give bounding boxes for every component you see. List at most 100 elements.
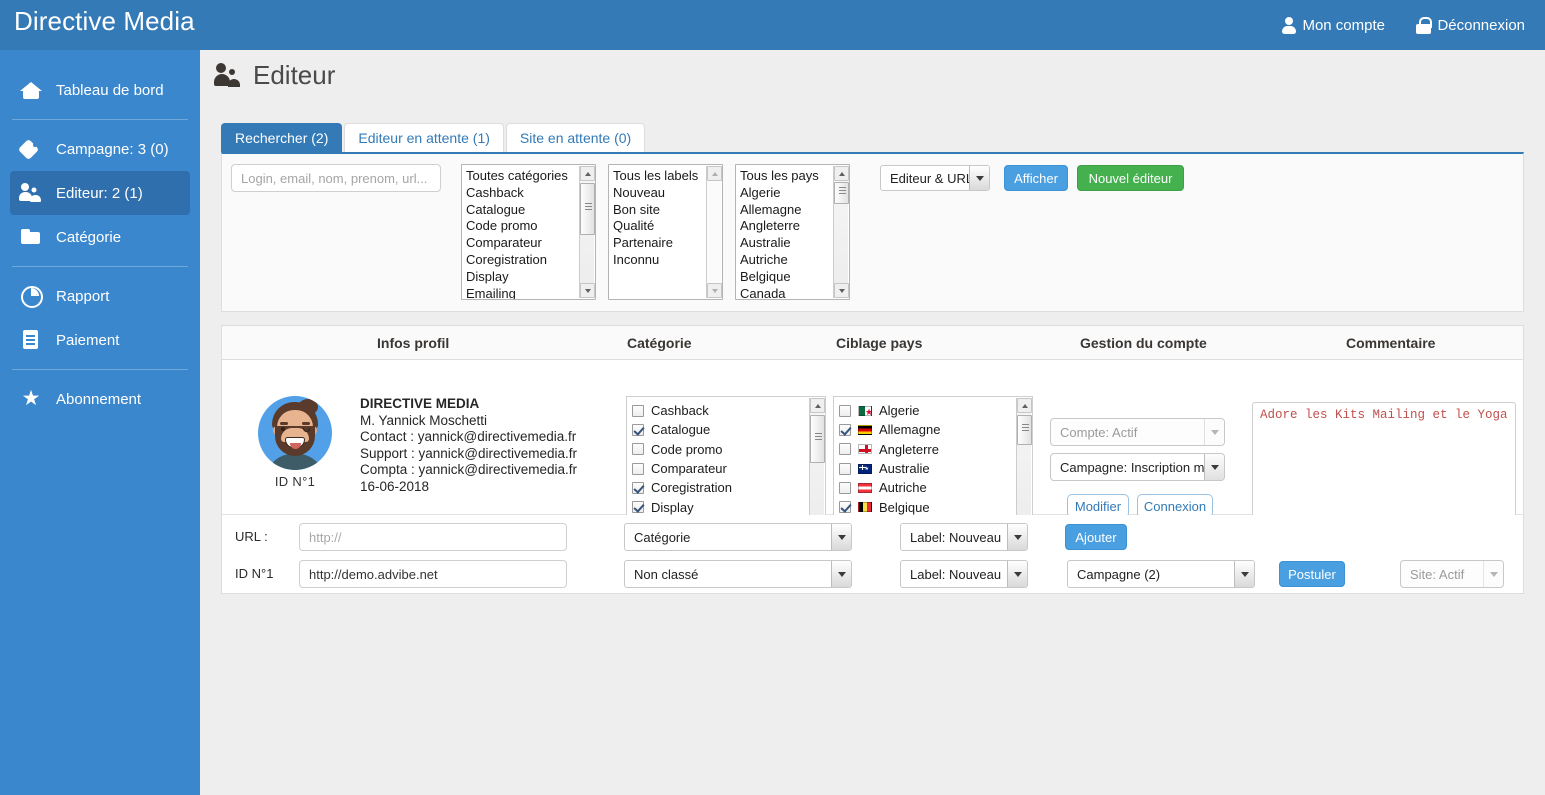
checkbox[interactable] xyxy=(839,404,851,417)
tab-bar: Rechercher (2) Editeur en attente (1) Si… xyxy=(221,123,647,152)
checkbox[interactable] xyxy=(839,481,851,494)
id-label-select[interactable]: Label: Nouveau xyxy=(900,560,1028,588)
star-icon: ★ xyxy=(21,387,41,410)
chevron-down-icon[interactable] xyxy=(831,561,851,587)
sidebar-item-campagne[interactable]: Campagne: 3 (0) xyxy=(10,127,190,171)
account-status-select[interactable]: Compte: Actif xyxy=(1050,418,1225,446)
scroll-thumb[interactable] xyxy=(810,415,825,463)
tab-site-en-attente[interactable]: Site en attente (0) xyxy=(505,123,646,152)
logout-link[interactable]: Déconnexion xyxy=(1416,0,1525,50)
url-input[interactable] xyxy=(299,523,567,551)
list-item[interactable]: Code promo xyxy=(627,440,825,459)
scrollbar[interactable] xyxy=(833,166,849,298)
profile-support: Support : yannick@directivemedia.fr xyxy=(360,445,578,461)
chevron-down-icon[interactable] xyxy=(1204,454,1224,480)
sidebar-item-dashboard[interactable]: Tableau de bord xyxy=(10,68,190,112)
filter-countries-list[interactable]: Tous les pays Algerie Allemagne Angleter… xyxy=(735,164,850,300)
site-status-select[interactable]: Site: Actif xyxy=(1400,560,1504,588)
chevron-down-icon[interactable] xyxy=(1204,419,1224,445)
scroll-up-arrow[interactable] xyxy=(834,166,849,181)
campaign-select[interactable]: Campagne (2) xyxy=(1067,560,1255,588)
list-item[interactable]: ★ Algerie xyxy=(834,401,1032,420)
checkbox[interactable] xyxy=(632,462,644,475)
add-button[interactable]: Ajouter xyxy=(1065,524,1127,550)
scroll-down-arrow[interactable] xyxy=(834,283,849,298)
scrollbar[interactable] xyxy=(579,166,595,298)
search-input[interactable] xyxy=(231,164,441,192)
checkbox[interactable] xyxy=(632,443,644,456)
list-item[interactable]: Coregistration xyxy=(466,252,595,269)
new-editor-button[interactable]: Nouvel éditeur xyxy=(1077,165,1184,191)
scroll-thumb[interactable] xyxy=(580,183,595,235)
sidebar-item-rapport[interactable]: Rapport xyxy=(10,274,190,318)
checkbox[interactable] xyxy=(632,423,644,436)
list-item[interactable]: Display xyxy=(627,497,825,516)
list-item[interactable]: Cashback xyxy=(627,401,825,420)
sidebar-item-paiement[interactable]: Paiement xyxy=(10,318,190,362)
filter-labels-list[interactable]: Tous les labels Nouveau Bon site Qualité… xyxy=(608,164,723,300)
list-item[interactable]: Autriche xyxy=(834,478,1032,497)
scroll-up-arrow[interactable] xyxy=(707,166,722,181)
sidebar-item-abonnement[interactable]: ★ Abonnement xyxy=(10,377,190,421)
flag-icon-de xyxy=(858,424,872,435)
list-item[interactable]: Code promo xyxy=(466,218,595,235)
list-item[interactable]: Toutes catégories xyxy=(466,168,595,185)
list-item[interactable]: Emailing xyxy=(466,286,595,299)
list-item[interactable]: Angleterre xyxy=(834,440,1032,459)
scroll-thumb[interactable] xyxy=(1017,415,1032,445)
results-table: Infos profil Catégorie Ciblage pays Gest… xyxy=(221,325,1524,594)
comment-textarea[interactable]: Adore les Kits Mailing et le Yoga xyxy=(1252,402,1516,532)
list-item[interactable]: Coregistration xyxy=(627,478,825,497)
checkbox[interactable] xyxy=(839,501,851,514)
checkbox[interactable] xyxy=(839,443,851,456)
apply-button[interactable]: Postuler xyxy=(1279,561,1345,587)
avatar-id-label: ID N°1 xyxy=(274,474,316,489)
checkbox[interactable] xyxy=(632,404,644,417)
chevron-down-icon[interactable] xyxy=(1483,561,1503,587)
sidebar-divider xyxy=(12,369,188,370)
list-item[interactable]: Comparateur xyxy=(627,459,825,478)
list-item[interactable]: Belgique xyxy=(834,497,1032,516)
account-campaign-select[interactable]: Campagne: Inscription m xyxy=(1050,453,1225,481)
list-item[interactable]: ★ Australie xyxy=(834,459,1032,478)
tab-editeur-en-attente[interactable]: Editeur en attente (1) xyxy=(344,123,504,152)
scope-select[interactable]: Editeur & URL xyxy=(880,165,990,191)
id-label: ID N°1 xyxy=(235,566,274,581)
list-item[interactable]: Catalogue xyxy=(466,202,595,219)
url-label-select[interactable]: Label: Nouveau xyxy=(900,523,1028,551)
profile-compta: Compta : yannick@directivemedia.fr xyxy=(360,462,578,478)
chevron-down-icon[interactable] xyxy=(1234,561,1254,587)
chevron-down-icon[interactable] xyxy=(831,524,851,550)
show-button[interactable]: Afficher xyxy=(1004,165,1068,191)
list-item[interactable]: Cashback xyxy=(466,185,595,202)
table-header-row: Infos profil Catégorie Ciblage pays Gest… xyxy=(222,326,1523,360)
sidebar-item-editeur[interactable]: Editeur: 2 (1) xyxy=(10,171,190,215)
url-category-select[interactable]: Catégorie xyxy=(624,523,852,551)
chevron-down-icon[interactable] xyxy=(1007,561,1027,587)
chevron-down-icon[interactable] xyxy=(969,166,989,190)
chevron-down-icon[interactable] xyxy=(1007,524,1027,550)
scroll-down-arrow[interactable] xyxy=(707,283,722,298)
list-item[interactable]: Comparateur xyxy=(466,235,595,252)
checkbox[interactable] xyxy=(839,423,851,436)
id-url-input[interactable] xyxy=(299,560,567,588)
my-account-link[interactable]: Mon compte xyxy=(1281,0,1385,50)
list-item[interactable]: Allemagne xyxy=(834,420,1032,439)
tab-rechercher[interactable]: Rechercher (2) xyxy=(221,123,343,152)
checkbox[interactable] xyxy=(632,501,644,514)
checkbox[interactable] xyxy=(839,462,851,475)
scroll-up-arrow[interactable] xyxy=(1017,398,1032,413)
scroll-down-arrow[interactable] xyxy=(580,283,595,298)
scroll-up-arrow[interactable] xyxy=(810,398,825,413)
filter-categories-list[interactable]: Toutes catégories Cashback Catalogue Cod… xyxy=(461,164,596,300)
sidebar-item-label: Campagne: 3 (0) xyxy=(56,140,169,158)
folder-icon xyxy=(20,226,42,248)
scrollbar[interactable] xyxy=(706,166,722,298)
id-category-select[interactable]: Non classé xyxy=(624,560,852,588)
sidebar-item-categorie[interactable]: Catégorie xyxy=(10,215,190,259)
scroll-thumb[interactable] xyxy=(834,182,849,204)
scroll-up-arrow[interactable] xyxy=(580,166,595,181)
checkbox[interactable] xyxy=(632,481,644,494)
list-item[interactable]: Catalogue xyxy=(627,420,825,439)
list-item[interactable]: Display xyxy=(466,269,595,286)
